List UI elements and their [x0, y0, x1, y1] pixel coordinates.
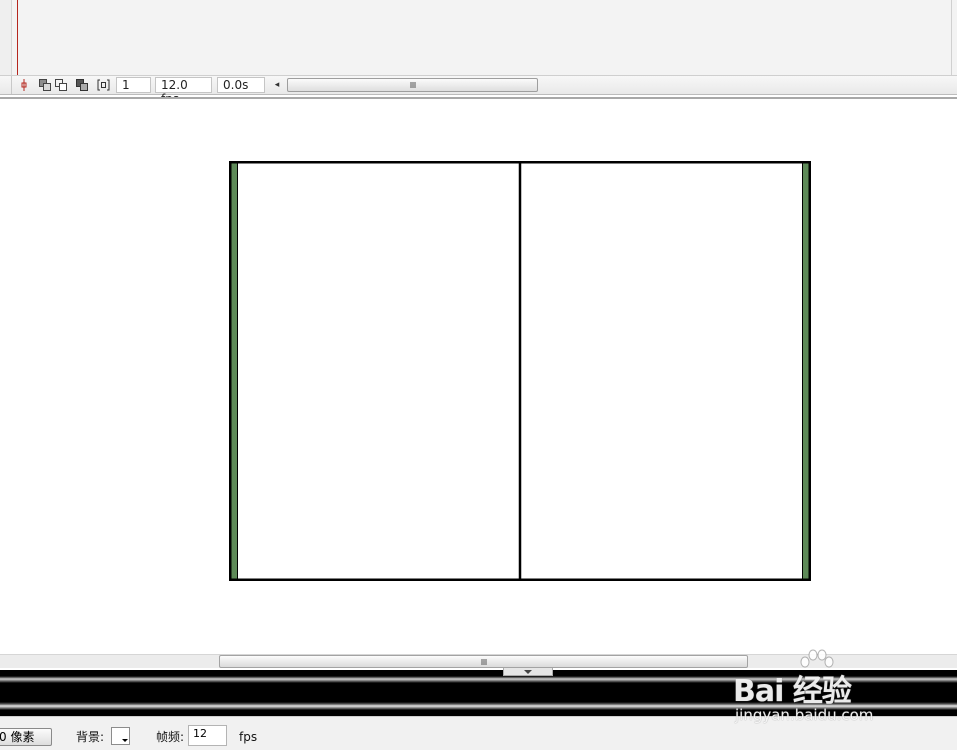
- elapsed-time-field: 0.0s: [217, 77, 265, 93]
- properties-bar: 0 像素 背景: 帧频: 12 fps: [0, 716, 957, 750]
- properties-panel-header: [0, 670, 957, 716]
- scroll-left-arrow-icon[interactable]: ◂: [271, 79, 283, 91]
- background-color-swatch[interactable]: [111, 727, 130, 745]
- current-frame-field: 1: [116, 77, 151, 93]
- onion-skin-outlines-icon[interactable]: [54, 78, 68, 92]
- stage-canvas[interactable]: [0, 99, 957, 654]
- frame-rate-label: 帧频:: [156, 730, 185, 744]
- frame-rate-input[interactable]: 12: [188, 725, 227, 746]
- scrollbar-grip-icon: [410, 82, 415, 88]
- stage-scrollbar-thumb[interactable]: [219, 655, 748, 668]
- stage-horizontal-scrollbar[interactable]: [0, 654, 957, 668]
- dropdown-arrow-icon: [122, 739, 128, 742]
- scrollbar-grip-icon: [481, 658, 486, 665]
- collapse-panel-arrow-icon[interactable]: [503, 668, 553, 676]
- right-page: [520, 163, 803, 579]
- playhead-line[interactable]: [17, 0, 18, 75]
- left-page: [237, 163, 520, 579]
- frame-rate-field[interactable]: 12.0 fps: [155, 77, 212, 106]
- center-frame-icon[interactable]: [17, 78, 31, 92]
- background-label: 背景:: [76, 730, 105, 744]
- timeline-horizontal-scrollbar[interactable]: [287, 78, 538, 92]
- edit-multiple-frames-icon[interactable]: [75, 78, 89, 92]
- document-size-button[interactable]: 0 像素: [0, 728, 52, 746]
- timeline-status-gutter: [0, 76, 12, 94]
- onion-skin-icon[interactable]: [38, 78, 52, 92]
- fps-unit-label: fps: [239, 730, 258, 744]
- timeline-right-edge: [951, 0, 957, 75]
- flash-editor-window: 1 12.0 fps 0.0s ◂: [0, 0, 957, 750]
- timeline-panel[interactable]: [0, 0, 957, 75]
- timeline-status-bar: 1 12.0 fps 0.0s ◂: [0, 75, 957, 106]
- open-book-drawing[interactable]: [229, 161, 811, 581]
- modify-onion-markers-icon[interactable]: [96, 78, 110, 92]
- timeline-layer-gutter: [0, 0, 12, 75]
